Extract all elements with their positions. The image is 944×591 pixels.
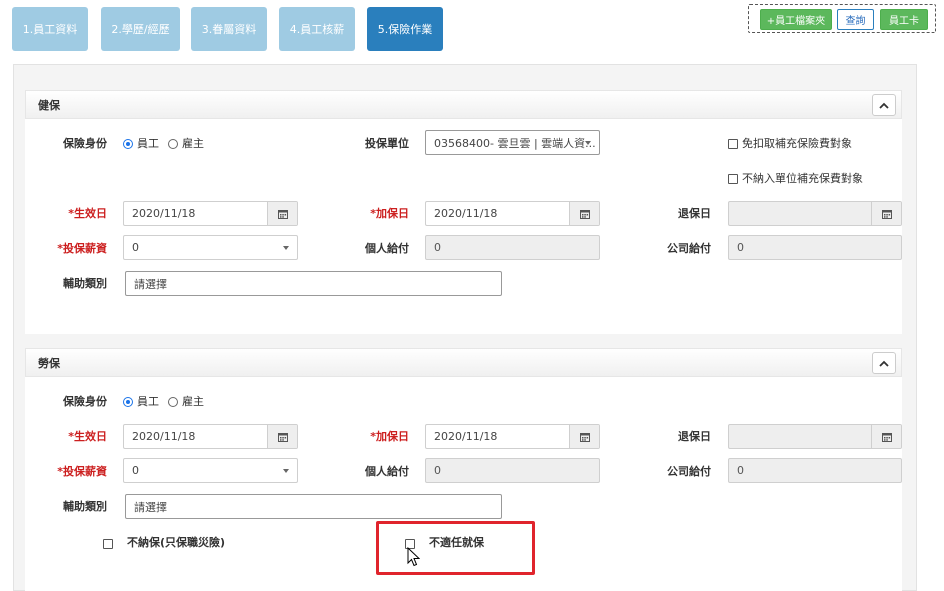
calendar-icon [881, 209, 892, 219]
health-enroll-calendar-button[interactable] [569, 202, 599, 225]
health-identity-employer-radio[interactable] [168, 139, 178, 149]
health-subsidy-select[interactable]: 請選擇 [125, 271, 502, 296]
health-personal-label: 個人給付 [365, 242, 409, 255]
health-personal-input[interactable]: 0 [425, 235, 600, 260]
calendar-icon [579, 209, 590, 219]
calendar-icon [579, 432, 590, 442]
highlight-box [376, 521, 535, 575]
mouse-pointer-icon [407, 547, 420, 567]
labor-company-input[interactable]: 0 [728, 458, 902, 483]
health-section-header: 健保 [25, 90, 902, 119]
labor-subsidy-select[interactable]: 請選擇 [125, 494, 502, 519]
chevron-down-icon [585, 141, 591, 145]
employee-card-button[interactable]: 員工卡 [880, 9, 928, 30]
chevron-up-icon [879, 360, 889, 367]
calendar-icon [277, 432, 288, 442]
health-exempt-label: 免扣取補充保險費對象 [742, 137, 852, 150]
occupational-only-label: 不納保(只保職災險) [127, 536, 226, 549]
labor-withdraw-calendar-button[interactable] [871, 425, 901, 448]
labor-salary-select[interactable]: 0 [123, 458, 298, 483]
labor-identity-employee-radio[interactable] [123, 397, 133, 407]
health-effective-calendar-button[interactable] [267, 202, 297, 225]
health-company-input[interactable]: 0 [728, 235, 902, 260]
health-company-label: 公司給付 [667, 242, 711, 255]
labor-section-title: 勞保 [38, 356, 60, 370]
health-exempt-checkbox[interactable] [728, 139, 738, 149]
labor-company-label: 公司給付 [667, 465, 711, 478]
labor-salary-label: *投保薪資 [57, 465, 107, 478]
tab-education-experience[interactable]: 2.學歷/經歷 [101, 7, 180, 51]
labor-withdraw-label: 退保日 [678, 430, 711, 443]
labor-enroll-date-input[interactable]: 2020/11/18 [425, 424, 600, 449]
chevron-down-icon [283, 469, 289, 473]
tab-salary[interactable]: 4.員工核薪 [279, 7, 355, 51]
health-exclude-label: 不納入單位補充保費對象 [742, 172, 863, 185]
health-unit-value: 03568400- 雲旦雲 | 雲端人資... [434, 136, 596, 150]
health-effective-label: *生效日 [68, 207, 107, 220]
health-effective-date-input[interactable]: 2020/11/18 [123, 201, 298, 226]
labor-identity-employee-label: 員工 [137, 395, 159, 408]
health-enroll-label: *加保日 [370, 207, 409, 220]
calendar-icon [881, 432, 892, 442]
occupational-only-checkbox[interactable] [103, 539, 113, 549]
health-salary-label: *投保薪資 [57, 242, 107, 255]
health-identity-employer-label: 雇主 [182, 137, 204, 150]
labor-section-header: 勞保 [25, 348, 902, 377]
health-salary-select[interactable]: 0 [123, 235, 298, 260]
tab-insurance[interactable]: 5.保險作業 [367, 7, 443, 51]
health-withdraw-calendar-button[interactable] [871, 202, 901, 225]
labor-identity-employer-radio[interactable] [168, 397, 178, 407]
labor-effective-date-input[interactable]: 2020/11/18 [123, 424, 298, 449]
health-withdraw-date-input[interactable] [728, 201, 902, 226]
health-unit-select[interactable]: 03568400- 雲旦雲 | 雲端人資... [425, 130, 600, 155]
tab-employee-data[interactable]: 1.員工資料 [12, 7, 88, 51]
health-collapse-button[interactable] [872, 94, 896, 116]
chevron-down-icon [283, 246, 289, 250]
health-enroll-date-input[interactable]: 2020/11/18 [425, 201, 600, 226]
labor-enroll-label: *加保日 [370, 430, 409, 443]
health-subsidy-label: 輔助類別 [63, 277, 107, 290]
query-button[interactable]: 查詢 [837, 9, 874, 30]
labor-enroll-calendar-button[interactable] [569, 425, 599, 448]
health-exclude-checkbox[interactable] [728, 174, 738, 184]
tab-dependents[interactable]: 3.眷屬資料 [191, 7, 267, 51]
labor-personal-label: 個人給付 [365, 465, 409, 478]
labor-collapse-button[interactable] [872, 352, 896, 374]
chevron-up-icon [879, 102, 889, 109]
health-withdraw-label: 退保日 [678, 207, 711, 220]
health-section-title: 健保 [38, 98, 60, 112]
labor-identity-label: 保險身份 [63, 395, 107, 408]
health-identity-employee-radio[interactable] [123, 139, 133, 149]
labor-personal-input[interactable]: 0 [425, 458, 600, 483]
labor-subsidy-label: 輔助類別 [63, 500, 107, 513]
health-identity-employee-label: 員工 [137, 137, 159, 150]
health-identity-label: 保險身份 [63, 137, 107, 150]
labor-withdraw-date-input[interactable] [728, 424, 902, 449]
employee-folder-button[interactable]: +員工檔案夾 [760, 9, 832, 30]
calendar-icon [277, 209, 288, 219]
top-toolbar: +員工檔案夾 查詢 員工卡 [748, 4, 936, 33]
labor-effective-label: *生效日 [68, 430, 107, 443]
labor-identity-employer-label: 雇主 [182, 395, 204, 408]
labor-effective-calendar-button[interactable] [267, 425, 297, 448]
health-unit-label: 投保單位 [365, 137, 409, 150]
